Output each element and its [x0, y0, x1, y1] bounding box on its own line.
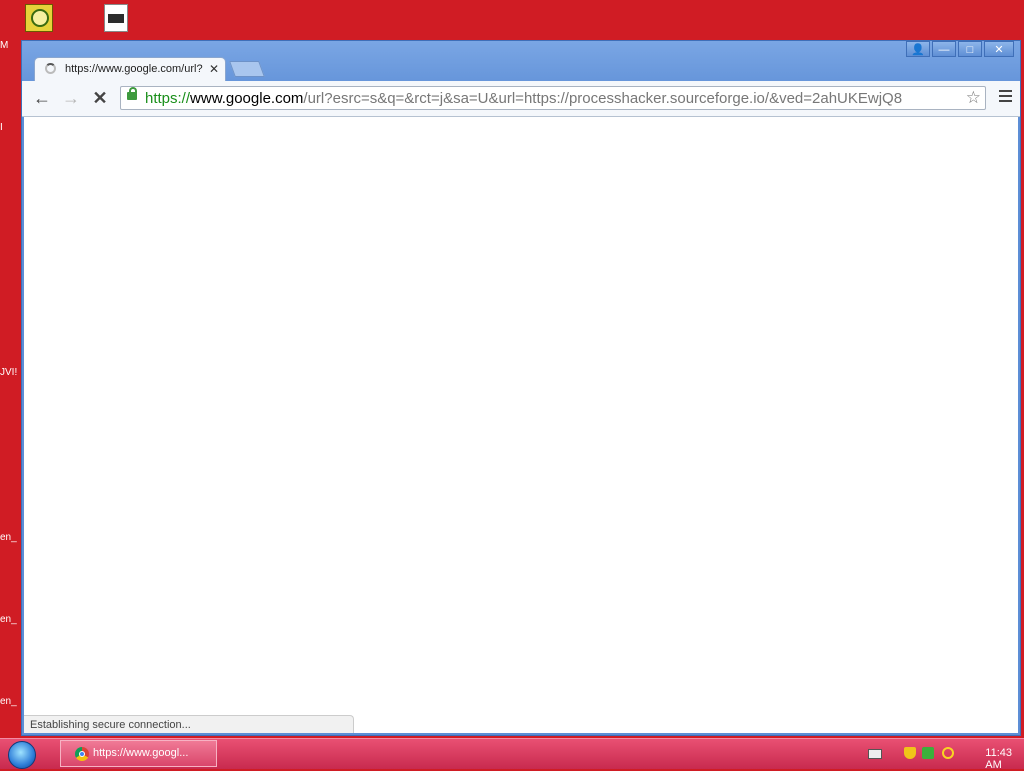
url-host: www.google.com [190, 90, 304, 107]
lock-icon[interactable] [127, 87, 137, 100]
tab-active[interactable]: https://www.google.com/url?esrc=s&q=&rct… [34, 57, 226, 81]
desktop-label: en_ [0, 696, 17, 707]
address-bar[interactable]: https://www.google.com/url?esrc=s&q=&rct… [120, 86, 986, 110]
minimize-button[interactable]: — [932, 41, 956, 57]
tab-close-icon[interactable]: ✕ [209, 62, 219, 76]
desktop-label: en_ [0, 614, 17, 625]
desktop-label: en_ [0, 532, 17, 543]
url-path: /url?esrc=s&q=&rct=j&sa=U&url=https://pr… [303, 90, 903, 107]
page-content[interactable] [24, 117, 1018, 733]
taskbar: https://www.googl... 11:43 AM [0, 738, 1024, 771]
profile-button[interactable]: 👤 [906, 41, 930, 57]
url-text[interactable]: https://www.google.com/url?esrc=s&q=&rct… [145, 90, 965, 107]
tab-title: https://www.google.com/url?esrc=s&q=&rct… [65, 63, 203, 75]
search-icon[interactable] [942, 747, 954, 759]
forward-button[interactable]: → [61, 89, 81, 107]
taskbar-chrome-button[interactable]: https://www.googl... [60, 740, 217, 767]
taskbar-task-label: https://www.googl... [93, 747, 189, 759]
shield-icon[interactable] [904, 747, 916, 759]
browser-window: 👤 — □ ✕ https://www.google.com/url?esrc=… [21, 40, 1021, 736]
menu-icon[interactable] [999, 90, 1012, 105]
status-bubble: Establishing secure connection... [24, 715, 354, 733]
clock[interactable]: 11:43 AM [985, 747, 1012, 771]
maximize-button[interactable]: □ [958, 41, 982, 57]
url-scheme: https:// [145, 90, 191, 107]
toolbar: ← → ✕ https://www.google.com/url?esrc=s&… [22, 81, 1020, 117]
network-icon[interactable] [922, 747, 934, 759]
start-button[interactable] [8, 741, 36, 769]
new-tab-button[interactable] [229, 61, 265, 77]
desktop-file-icon[interactable] [104, 4, 128, 32]
tab-strip: https://www.google.com/url?esrc=s&q=&rct… [34, 57, 934, 81]
desktop-label: JVI! [0, 367, 18, 378]
desktop-label: M [0, 40, 9, 51]
chrome-icon [75, 747, 89, 761]
bookmark-star-icon[interactable]: ☆ [966, 88, 981, 108]
close-button[interactable]: ✕ [984, 41, 1014, 57]
desktop-app-icon[interactable] [25, 4, 53, 32]
keyboard-icon[interactable] [868, 749, 882, 759]
stop-button[interactable]: ✕ [90, 89, 110, 107]
desktop-label: I [0, 122, 3, 133]
back-button[interactable]: ← [32, 89, 52, 107]
loading-spinner-icon [45, 63, 56, 74]
